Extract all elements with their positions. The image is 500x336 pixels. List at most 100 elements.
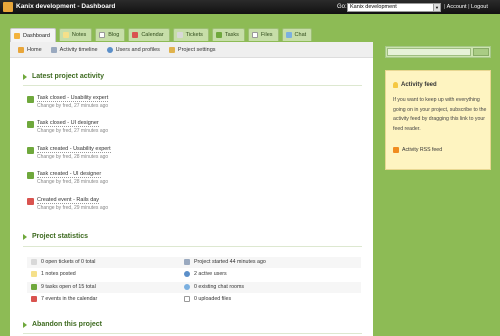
clock-icon (184, 259, 190, 265)
activity-title-link[interactable]: Task created - Usability expert (37, 146, 111, 153)
tab-blog[interactable]: Blog (95, 28, 126, 41)
activity-rss-link[interactable]: Activity RSS feed (393, 147, 442, 153)
task-icon (31, 284, 37, 290)
rss-link-label: Activity RSS feed (402, 147, 443, 153)
section-heading: Project statistics (32, 233, 89, 240)
sub-navigation: Home Activity timeline Users and profile… (10, 42, 373, 58)
notes-icon (62, 32, 69, 38)
tab-notes[interactable]: Notes (58, 28, 93, 41)
activity-title-link[interactable]: Task closed - Usability expert (37, 95, 109, 102)
chat-icon (285, 32, 292, 38)
activity-title-link[interactable]: Created event - Rails day (37, 197, 100, 204)
window-title: Kanix development - Dashboard (16, 3, 116, 10)
bullet-arrow-icon (23, 73, 27, 80)
stat-text: 0 open tickets of 0 total (41, 259, 96, 265)
timeline-icon (50, 46, 57, 53)
stat-text: Project started 44 minutes ago (194, 259, 266, 265)
stat-open-tickets: 0 open tickets of 0 total (31, 259, 95, 265)
calendar-icon (31, 296, 37, 302)
rss-icon (393, 147, 399, 153)
divider (23, 246, 362, 247)
activity-meta: Change by fred, 29 minutes ago (37, 205, 109, 211)
stat-events: 7 events in the calendar (31, 296, 97, 302)
stat-chat-rooms: 0 existing chat rooms (184, 284, 244, 290)
stat-text: 1 notes posted (41, 271, 76, 277)
tab-tasks[interactable]: Tasks (211, 28, 245, 41)
stat-text: 9 tasks open of 15 total (41, 284, 96, 290)
tab-label: Dashboard (23, 32, 50, 39)
tab-label: Chat (294, 32, 307, 38)
sidebar-search (385, 46, 491, 58)
divider (23, 333, 362, 334)
tab-tickets[interactable]: Tickets (172, 28, 209, 41)
feed-description: If you want to keep up with everything g… (393, 97, 487, 132)
section-heading: Abandon this project (32, 321, 102, 328)
subnav-label: Project settings (177, 46, 216, 53)
stat-uploaded-files: 0 uploaded files (184, 296, 231, 302)
section-heading: Latest project activity (32, 73, 104, 80)
chevron-down-icon[interactable]: ▼ (433, 4, 440, 11)
stat-text: 0 existing chat rooms (194, 284, 245, 290)
activity-meta: Change by fred, 28 minutes ago (37, 154, 109, 160)
logout-link[interactable]: Logout (471, 4, 488, 10)
stat-text: 7 events in the calendar (41, 296, 98, 302)
top-links: | Account | Logout (444, 4, 488, 10)
stat-notes-posted: 1 notes posted (31, 271, 76, 277)
task-icon (27, 172, 34, 179)
stat-text: 0 uploaded files (194, 296, 232, 302)
account-link[interactable]: Account (447, 4, 467, 10)
activity-feed-title: Activity feed (393, 82, 437, 88)
blog-icon (99, 32, 106, 38)
subnav-label: Users and profiles (115, 46, 160, 53)
tab-calendar[interactable]: Calendar (128, 28, 170, 41)
activity-title-link[interactable]: Task created - UI designer (37, 171, 102, 178)
bullet-arrow-icon (23, 321, 27, 328)
tab-chat[interactable]: Chat (281, 28, 313, 41)
project-selector[interactable]: Kanix development ▼ (347, 3, 441, 12)
subnav-home[interactable]: Home (18, 46, 42, 53)
files-icon (251, 32, 258, 38)
calendar-icon (132, 32, 139, 38)
feed-heading: Activity feed (401, 82, 437, 88)
activity-meta: Change by fred, 28 minutes ago (37, 179, 109, 185)
tab-files[interactable]: Files (247, 28, 279, 41)
search-input[interactable] (387, 48, 471, 56)
tasks-icon (215, 32, 222, 38)
activity-meta: Change by fred, 27 minutes ago (37, 103, 109, 109)
tab-label: Tasks (224, 32, 239, 38)
settings-icon (168, 46, 175, 53)
tab-label: Blog (108, 32, 120, 38)
task-icon (27, 96, 34, 103)
note-icon (31, 271, 37, 277)
bullet-arrow-icon (23, 233, 27, 240)
divider (23, 85, 362, 86)
calendar-icon (27, 198, 34, 205)
tab-dashboard[interactable]: Dashboard (10, 28, 56, 42)
stat-text: 2 active users (194, 271, 227, 277)
top-bar: Kanix development - Dashboard Go: Kanix … (0, 0, 500, 14)
tab-label: Calendar (141, 32, 164, 38)
stat-project-started: Project started 44 minutes ago (184, 259, 266, 265)
activity-title-link[interactable]: Task closed - UI designer (37, 120, 99, 127)
subnav-activity-timeline[interactable]: Activity timeline (50, 46, 98, 53)
activity-feed-box: Activity feed If you want to keep up wit… (385, 70, 491, 170)
tab-label: Files (260, 32, 273, 38)
user-icon (184, 271, 190, 277)
stat-tasks-open: 9 tasks open of 15 total (31, 284, 96, 290)
app-logo-icon (3, 2, 13, 12)
ticket-icon (31, 259, 37, 265)
dashboard-icon (14, 32, 20, 39)
subnav-label: Home (27, 46, 42, 53)
activity-meta: Change by fred, 27 minutes ago (37, 128, 109, 134)
go-label: Go: (337, 4, 347, 10)
tab-label: Tickets (185, 32, 203, 38)
subnav-label: Activity timeline (59, 46, 98, 53)
search-button[interactable] (473, 48, 489, 56)
subnav-project-settings[interactable]: Project settings (168, 46, 216, 53)
activity-section-title: Latest project activity (23, 73, 104, 80)
abandon-section-title[interactable]: Abandon this project (23, 321, 102, 328)
main-tabs: Dashboard Notes Blog Calendar Tickets Ta… (10, 28, 315, 42)
subnav-users-and-profiles[interactable]: Users and profiles (106, 46, 160, 53)
tickets-icon (176, 32, 183, 38)
home-icon (18, 46, 24, 53)
